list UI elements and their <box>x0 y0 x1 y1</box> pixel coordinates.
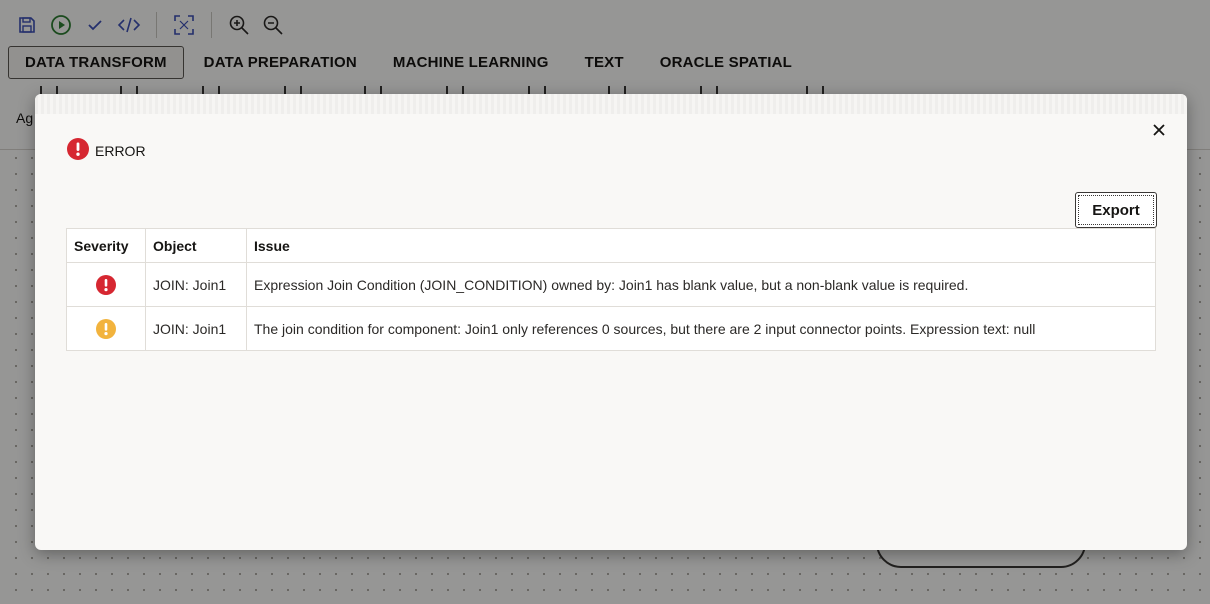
severity-cell <box>66 262 146 307</box>
issue-cell: Expression Join Condition (JOIN_CONDITIO… <box>246 262 1156 307</box>
issues-table: Severity Object Issue JOIN: Join1 Expres… <box>66 228 1156 351</box>
validation-dialog: ERROR Export Severity Object Issue JOIN:… <box>35 94 1187 550</box>
table-row[interactable]: JOIN: Join1 The join condition for compo… <box>66 306 1156 351</box>
severity-cell <box>66 306 146 351</box>
export-button[interactable]: Export <box>1075 192 1157 228</box>
object-cell: JOIN: Join1 <box>145 262 247 307</box>
close-button[interactable] <box>1149 120 1169 140</box>
column-header-object[interactable]: Object <box>145 228 247 263</box>
dialog-title: ERROR <box>95 143 146 159</box>
error-icon <box>96 274 116 295</box>
close-icon <box>1153 124 1165 136</box>
dialog-title-bar[interactable] <box>35 94 1187 114</box>
dialog-header: ERROR <box>67 138 146 160</box>
error-icon <box>67 138 89 160</box>
column-header-severity[interactable]: Severity <box>66 228 146 263</box>
table-row[interactable]: JOIN: Join1 Expression Join Condition (J… <box>66 262 1156 307</box>
warning-icon <box>96 318 116 339</box>
column-header-issue[interactable]: Issue <box>246 228 1156 263</box>
object-cell: JOIN: Join1 <box>145 306 247 351</box>
table-header-row: Severity Object Issue <box>66 228 1156 263</box>
issue-cell: The join condition for component: Join1 … <box>246 306 1156 351</box>
